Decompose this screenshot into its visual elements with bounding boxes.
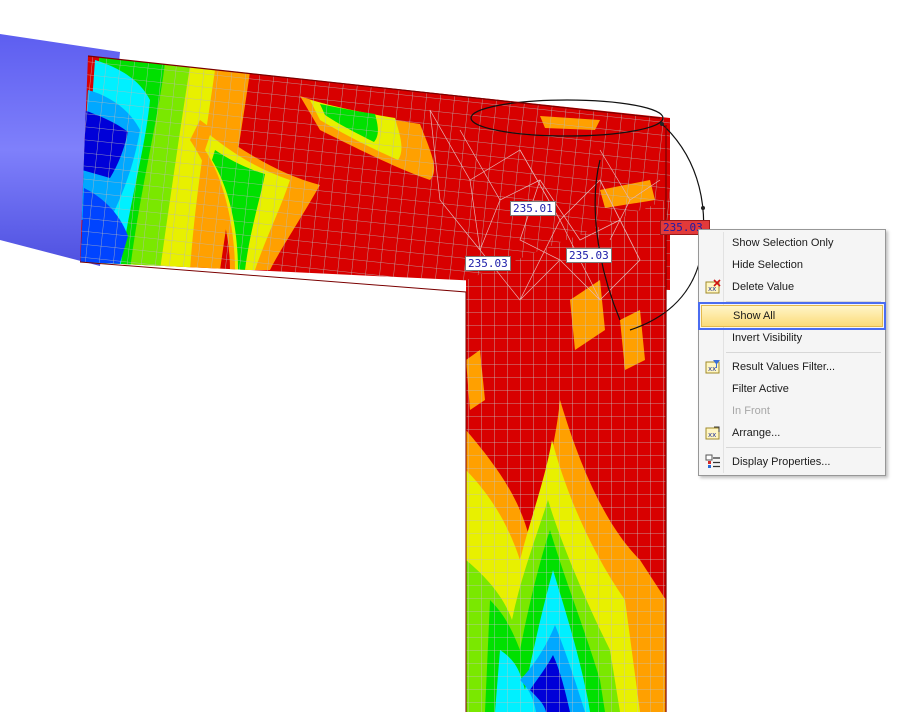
menu-separator xyxy=(726,447,881,448)
menu-item-invert-visibility[interactable]: Invert Visibility xyxy=(701,327,883,349)
menu-item-label: Arrange... xyxy=(732,427,781,439)
menu-item-filter-active[interactable]: Filter Active xyxy=(701,378,883,400)
menu-item-label: In Front xyxy=(732,405,770,417)
pipe-edge xyxy=(79,261,467,712)
menu-item-result-values-filter[interactable]: xx Result Values Filter... xyxy=(701,356,883,378)
result-value-label[interactable]: 235.03 xyxy=(465,256,511,271)
svg-text:xx: xx xyxy=(708,365,716,373)
filter-icon: xx xyxy=(705,360,720,374)
svg-text:xx: xx xyxy=(708,431,716,439)
menu-item-label: Result Values Filter... xyxy=(732,361,836,373)
menu-item-label: Delete Value xyxy=(732,281,795,293)
result-value-label[interactable]: 235.01 xyxy=(510,201,556,216)
arrange-icon: xx xyxy=(705,426,720,440)
display-properties-icon xyxy=(705,454,720,468)
menu-item-label: Hide Selection xyxy=(732,259,803,271)
menu-separator xyxy=(726,352,881,353)
menu-separator xyxy=(726,301,881,302)
menu-item-arrange[interactable]: xx Arrange... xyxy=(701,422,883,444)
menu-item-show-selection-only[interactable]: Show Selection Only xyxy=(701,232,883,254)
delete-value-icon: xx xyxy=(705,279,721,294)
menu-item-in-front: In Front xyxy=(701,400,883,422)
menu-item-hide-selection[interactable]: Hide Selection xyxy=(701,254,883,276)
context-menu[interactable]: Show Selection Only Hide Selection xx De… xyxy=(698,229,886,476)
result-value-label[interactable]: 235.03 xyxy=(566,248,612,263)
node-point xyxy=(701,206,705,210)
svg-text:xx: xx xyxy=(708,285,716,293)
menu-item-label: Filter Active xyxy=(732,383,789,395)
menu-item-label: Show All xyxy=(733,310,776,322)
menu-item-label: Display Properties... xyxy=(732,456,831,468)
menu-item-show-all[interactable]: Show All xyxy=(698,302,886,330)
node-point xyxy=(660,122,664,126)
menu-item-delete-value[interactable]: xx Delete Value xyxy=(701,276,883,298)
menu-item-label: Show Selection Only xyxy=(732,237,834,249)
menu-item-label: Invert Visibility xyxy=(732,332,803,344)
menu-item-display-properties[interactable]: Display Properties... xyxy=(701,451,883,473)
